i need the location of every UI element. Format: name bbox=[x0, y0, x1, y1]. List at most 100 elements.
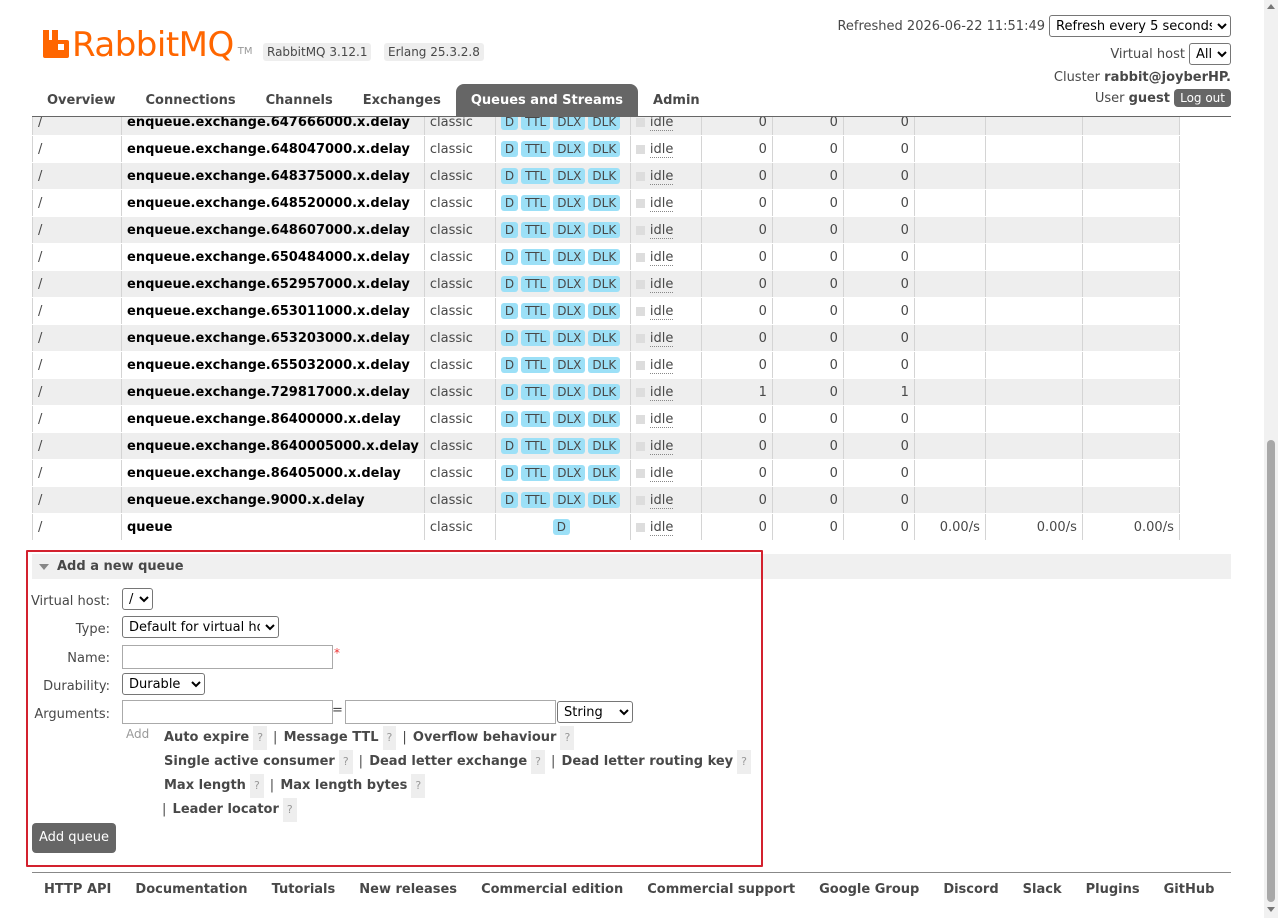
queue-name-link[interactable]: enqueue.exchange.648520000.x.delay bbox=[121, 189, 425, 217]
tab-admin[interactable]: Admin bbox=[638, 84, 715, 117]
footer-link-google-group[interactable]: Google Group bbox=[807, 882, 931, 897]
feature-badge[interactable]: DLK bbox=[588, 465, 621, 481]
feature-badge[interactable]: D bbox=[500, 195, 519, 211]
feature-badge[interactable]: TTL bbox=[521, 303, 551, 319]
feature-badge[interactable]: DLX bbox=[553, 117, 586, 130]
feature-badge[interactable]: DLK bbox=[588, 168, 621, 184]
table-row[interactable]: / enqueue.exchange.729817000.x.delay class… bbox=[32, 378, 1180, 406]
feature-badge[interactable]: D bbox=[500, 222, 519, 238]
tab-queues-and-streams[interactable]: Queues and Streams bbox=[455, 84, 639, 117]
feature-badge[interactable]: D bbox=[500, 168, 519, 184]
feature-badge[interactable]: DLK bbox=[588, 249, 621, 265]
feature-badge[interactable]: DLX bbox=[553, 411, 586, 427]
queue-name-link[interactable]: enqueue.exchange.655032000.x.delay bbox=[121, 351, 425, 379]
feature-badge[interactable]: TTL bbox=[521, 195, 551, 211]
feature-badge[interactable]: TTL bbox=[521, 492, 551, 508]
feature-badge[interactable]: TTL bbox=[521, 249, 551, 265]
table-row[interactable]: / enqueue.exchange.86400000.x.delay classi… bbox=[32, 405, 1180, 433]
feature-badge[interactable]: DLK bbox=[588, 411, 621, 427]
scroll-up-icon[interactable] bbox=[1267, 4, 1275, 9]
feature-badge[interactable]: DLX bbox=[553, 465, 586, 481]
feature-badge[interactable]: DLX bbox=[553, 438, 586, 454]
feature-badge[interactable]: TTL bbox=[521, 141, 551, 157]
feature-badge[interactable]: DLX bbox=[553, 249, 586, 265]
feature-badge[interactable]: D bbox=[500, 117, 519, 130]
footer-link-tutorials[interactable]: Tutorials bbox=[260, 882, 348, 897]
scroll-down-icon[interactable] bbox=[1267, 907, 1275, 912]
queue-name-link[interactable]: enqueue.exchange.9000.x.delay bbox=[121, 486, 425, 514]
feature-badge[interactable]: DLX bbox=[553, 195, 586, 211]
footer-link-new-releases[interactable]: New releases bbox=[347, 882, 469, 897]
feature-badge[interactable]: DLX bbox=[553, 141, 586, 157]
table-row[interactable]: / enqueue.exchange.653011000.x.delay class… bbox=[32, 297, 1180, 325]
feature-badge[interactable]: DLK bbox=[588, 357, 621, 373]
feature-badge[interactable]: D bbox=[500, 465, 519, 481]
page-scrollbar[interactable] bbox=[1264, 0, 1278, 918]
feature-badge[interactable]: DLX bbox=[553, 276, 586, 292]
feature-badge[interactable]: TTL bbox=[521, 438, 551, 454]
footer-link-commercial-support[interactable]: Commercial support bbox=[635, 882, 807, 897]
table-row[interactable]: / enqueue.exchange.647666000.x.delay class… bbox=[32, 117, 1180, 136]
queue-name-link[interactable]: enqueue.exchange.86405000.x.delay bbox=[121, 459, 425, 487]
refresh-interval-select[interactable]: Refresh every 5 seconds bbox=[1049, 15, 1231, 37]
queue-name-link[interactable]: enqueue.exchange.648607000.x.delay bbox=[121, 216, 425, 244]
feature-badge[interactable]: TTL bbox=[521, 411, 551, 427]
tab-channels[interactable]: Channels bbox=[251, 84, 348, 117]
table-row[interactable]: / enqueue.exchange.648375000.x.delay class… bbox=[32, 162, 1180, 190]
queue-name-link[interactable]: enqueue.exchange.648047000.x.delay bbox=[121, 135, 425, 163]
feature-badge[interactable]: D bbox=[500, 438, 519, 454]
footer-link-documentation[interactable]: Documentation bbox=[123, 882, 259, 897]
feature-badge[interactable]: TTL bbox=[521, 357, 551, 373]
feature-badge[interactable]: DLK bbox=[588, 276, 621, 292]
feature-badge[interactable]: DLX bbox=[553, 384, 586, 400]
table-row[interactable]: / queue classic Didle 0 0 0 0.00/s 0.00/s 0.00/s bbox=[32, 513, 1180, 541]
feature-badge[interactable]: DLK bbox=[588, 384, 621, 400]
feature-badge[interactable]: DLK bbox=[588, 492, 621, 508]
queue-name-link[interactable]: enqueue.exchange.86400000.x.delay bbox=[121, 405, 425, 433]
table-row[interactable]: / enqueue.exchange.648607000.x.delay class… bbox=[32, 216, 1180, 244]
feature-badge[interactable]: D bbox=[500, 411, 519, 427]
table-row[interactable]: / enqueue.exchange.652957000.x.delay class… bbox=[32, 270, 1180, 298]
tab-connections[interactable]: Connections bbox=[131, 84, 251, 117]
feature-badge[interactable]: DLK bbox=[588, 438, 621, 454]
table-row[interactable]: / enqueue.exchange.653203000.x.delay class… bbox=[32, 324, 1180, 352]
feature-badge[interactable]: DLX bbox=[553, 168, 586, 184]
feature-badge[interactable]: DLX bbox=[553, 492, 586, 508]
queue-name-link[interactable]: enqueue.exchange.652957000.x.delay bbox=[121, 270, 425, 298]
footer-link-commercial-edition[interactable]: Commercial edition bbox=[469, 882, 635, 897]
feature-badge[interactable]: D bbox=[500, 492, 519, 508]
feature-badge[interactable]: DLK bbox=[588, 117, 621, 130]
feature-badge[interactable]: D bbox=[500, 276, 519, 292]
feature-badge[interactable]: D bbox=[500, 384, 519, 400]
feature-badge[interactable]: DLX bbox=[553, 222, 586, 238]
footer-link-github[interactable]: GitHub bbox=[1152, 882, 1227, 897]
rabbitmq-logo[interactable]: RabbitMQ TM bbox=[43, 22, 253, 62]
feature-badge[interactable]: DLX bbox=[553, 330, 586, 346]
footer-link-http-api[interactable]: HTTP API bbox=[32, 882, 123, 897]
table-row[interactable]: / enqueue.exchange.650484000.x.delay class… bbox=[32, 243, 1180, 271]
feature-badge[interactable]: TTL bbox=[521, 384, 551, 400]
queue-name-link[interactable]: enqueue.exchange.648375000.x.delay bbox=[121, 162, 425, 190]
queue-name-link[interactable]: queue bbox=[121, 513, 425, 541]
feature-badge[interactable]: D bbox=[500, 303, 519, 319]
feature-badge[interactable]: TTL bbox=[521, 276, 551, 292]
feature-badge[interactable]: D bbox=[500, 249, 519, 265]
feature-badge[interactable]: TTL bbox=[521, 222, 551, 238]
table-row[interactable]: / enqueue.exchange.655032000.x.delay class… bbox=[32, 351, 1180, 379]
feature-badge[interactable]: TTL bbox=[521, 117, 551, 130]
feature-badge[interactable]: TTL bbox=[521, 168, 551, 184]
table-row[interactable]: / enqueue.exchange.648047000.x.delay class… bbox=[32, 135, 1180, 163]
queue-name-link[interactable]: enqueue.exchange.8640005000.x.delay bbox=[121, 432, 425, 460]
feature-badge[interactable]: D bbox=[500, 357, 519, 373]
logout-button[interactable]: Log out bbox=[1174, 89, 1231, 107]
vhost-filter-select[interactable]: All bbox=[1189, 43, 1231, 65]
feature-badge[interactable]: D bbox=[500, 330, 519, 346]
tab-overview[interactable]: Overview bbox=[32, 84, 131, 117]
feature-badge[interactable]: DLX bbox=[553, 303, 586, 319]
queue-name-link[interactable]: enqueue.exchange.653203000.x.delay bbox=[121, 324, 425, 352]
queue-name-link[interactable]: enqueue.exchange.650484000.x.delay bbox=[121, 243, 425, 271]
feature-badge[interactable]: DLX bbox=[553, 357, 586, 373]
feature-badge[interactable]: D bbox=[552, 519, 570, 535]
feature-badge[interactable]: DLK bbox=[588, 303, 621, 319]
footer-link-discord[interactable]: Discord bbox=[931, 882, 1010, 897]
